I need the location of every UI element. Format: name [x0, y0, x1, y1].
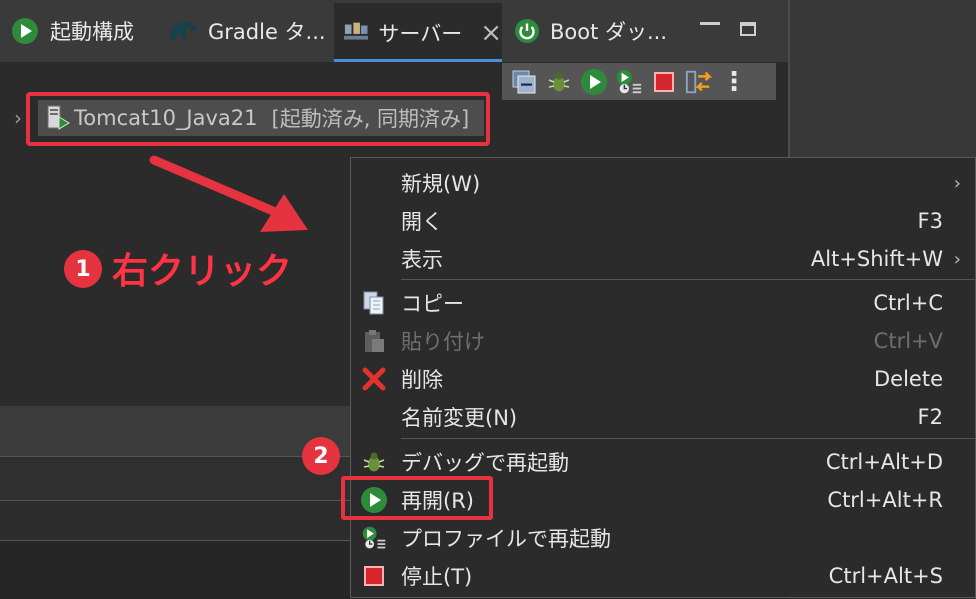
menu-item-paste[interactable]: 貼り付け Ctrl+V — [351, 322, 975, 360]
profile-button[interactable] — [615, 68, 643, 96]
tab-label: Boot ダッ... — [550, 20, 668, 44]
annotation-right-click: 右クリック — [112, 251, 293, 292]
expand-chevron-icon[interactable]: › — [14, 106, 22, 130]
menu-item-new[interactable]: 新規(W) › — [351, 164, 975, 202]
tab-gradle-tasks[interactable]: Gradle タ... — [160, 0, 332, 62]
menu-item-restart-profile[interactable]: プロファイルで再起動 — [351, 519, 975, 557]
menu-item-open[interactable]: 開く F3 — [351, 202, 975, 240]
editor-tab-bar: 起動構成 Gradle タ... サーバー × Boot ダッ... — [0, 0, 788, 62]
minimize-icon[interactable] — [700, 22, 720, 25]
paste-icon — [361, 328, 387, 354]
close-icon[interactable]: × — [480, 18, 502, 48]
stop-icon — [364, 566, 384, 586]
gradle-elephant-icon — [170, 22, 198, 40]
servers-icon — [344, 22, 369, 40]
profile-icon — [616, 69, 642, 93]
publish-button[interactable] — [685, 68, 713, 96]
menu-item-rename[interactable]: 名前変更(N) F2 — [351, 398, 975, 436]
submenu-arrow-icon: › — [953, 172, 961, 194]
delete-icon — [361, 366, 387, 392]
menu-separator — [401, 438, 975, 439]
step-badge-1: 1 — [64, 250, 102, 288]
tab-servers[interactable]: サーバー × — [334, 0, 502, 62]
menu-item-copy[interactable]: コピー Ctrl+C — [351, 284, 975, 322]
menu-item-show[interactable]: 表示 Alt+Shift+W › — [351, 240, 975, 278]
menu-item-delete[interactable]: 削除 Delete — [351, 360, 975, 398]
start-button[interactable] — [580, 68, 608, 96]
view-menu-button[interactable]: ⋮ — [720, 68, 748, 96]
debug-button[interactable] — [545, 68, 573, 96]
play-icon — [581, 68, 607, 95]
tab-label: サーバー — [378, 21, 463, 46]
collapse-all-button[interactable] — [510, 68, 538, 96]
tab-label: Gradle タ... — [208, 20, 326, 44]
kebab-menu-icon: ⋮ — [721, 66, 747, 97]
stop-icon — [654, 71, 674, 92]
tab-boot-dashboard[interactable]: Boot ダッ... — [502, 0, 672, 62]
menu-separator — [401, 279, 975, 280]
power-icon — [515, 19, 539, 43]
play-icon — [12, 18, 38, 44]
stop-button[interactable] — [650, 68, 678, 96]
maximize-icon[interactable] — [740, 22, 756, 36]
debug-icon — [361, 449, 387, 475]
highlight-box-resume — [341, 476, 493, 520]
step-badge-2: 2 — [302, 437, 340, 475]
profile-icon — [361, 525, 387, 551]
highlight-box-server — [26, 92, 490, 146]
context-menu: 新規(W) › 開く F3 表示 Alt+Shift+W › コピー Ctrl+… — [350, 157, 976, 598]
tab-label: 起動構成 — [50, 20, 134, 44]
tab-launch-config[interactable]: 起動構成 — [0, 0, 160, 62]
annotation-arrow — [149, 155, 308, 232]
debug-icon — [548, 72, 570, 91]
menu-item-stop[interactable]: 停止(T) Ctrl+Alt+S — [351, 557, 975, 595]
copy-icon — [361, 290, 387, 316]
submenu-arrow-icon: › — [953, 248, 961, 270]
publish-icon — [685, 70, 713, 93]
view-toolbar: ⋮ — [502, 63, 776, 100]
collapse-all-icon — [512, 70, 536, 93]
